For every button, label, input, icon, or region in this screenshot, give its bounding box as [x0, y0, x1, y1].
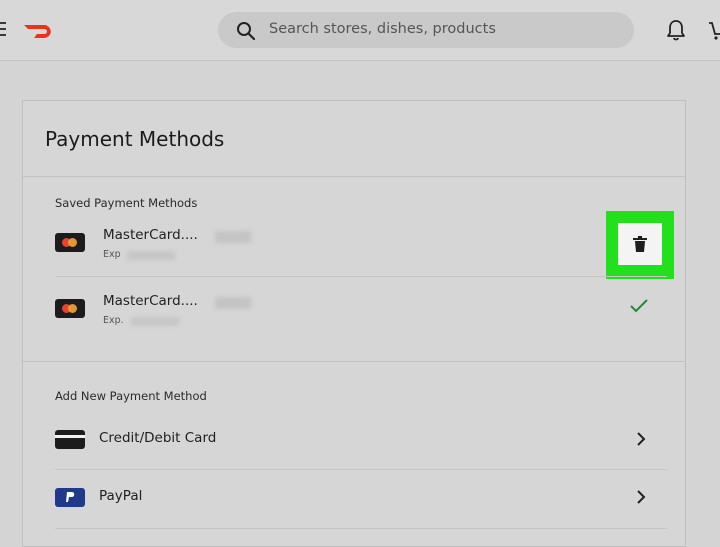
doordash-logo[interactable]	[22, 20, 56, 42]
divider	[23, 361, 685, 362]
row-divider	[55, 276, 667, 277]
row-divider	[55, 469, 667, 470]
add-paypal[interactable]: PayPal	[55, 475, 667, 525]
card-exp-label: Exp.	[103, 315, 124, 326]
top-nav-bar: Search stores, dishes, products	[0, 0, 720, 61]
delete-highlight	[606, 211, 674, 279]
search-input[interactable]: Search stores, dishes, products	[218, 12, 634, 48]
search-placeholder: Search stores, dishes, products	[269, 21, 496, 37]
mastercard-icon	[55, 299, 85, 318]
mastercard-icon	[55, 233, 85, 252]
page-title: Payment Methods	[45, 127, 225, 151]
search-icon	[237, 22, 256, 41]
add-method-label: Add New Payment Method	[55, 389, 207, 403]
card-exp-label: Exp	[103, 249, 121, 260]
card-name: MasterCard....	[103, 227, 198, 243]
cart-icon[interactable]	[708, 19, 720, 41]
redacted-card-number	[215, 231, 251, 243]
check-icon	[630, 299, 648, 313]
bell-icon[interactable]	[666, 19, 686, 41]
add-method-label-text: Credit/Debit Card	[99, 430, 217, 446]
saved-card-row[interactable]: MasterCard.... Exp.	[55, 289, 667, 349]
row-divider	[55, 528, 667, 529]
chevron-right-icon	[637, 432, 646, 446]
payment-methods-card: Payment Methods Saved Payment Methods Ma…	[22, 100, 686, 547]
paypal-icon	[55, 488, 85, 507]
divider	[23, 176, 685, 177]
chevron-right-icon	[637, 490, 646, 504]
redacted-exp-date	[127, 251, 175, 260]
saved-methods-label: Saved Payment Methods	[55, 196, 198, 210]
redacted-exp-date	[131, 317, 179, 326]
redacted-card-number	[215, 297, 251, 309]
card-icon	[55, 430, 85, 449]
menu-icon[interactable]	[0, 22, 6, 36]
add-credit-debit-card[interactable]: Credit/Debit Card	[55, 417, 667, 467]
delete-card-button[interactable]	[618, 223, 662, 265]
add-method-label-text: PayPal	[99, 488, 143, 504]
trash-icon	[633, 236, 647, 252]
saved-card-row[interactable]: MasterCard.... Exp	[55, 223, 667, 283]
card-name: MasterCard....	[103, 293, 198, 309]
